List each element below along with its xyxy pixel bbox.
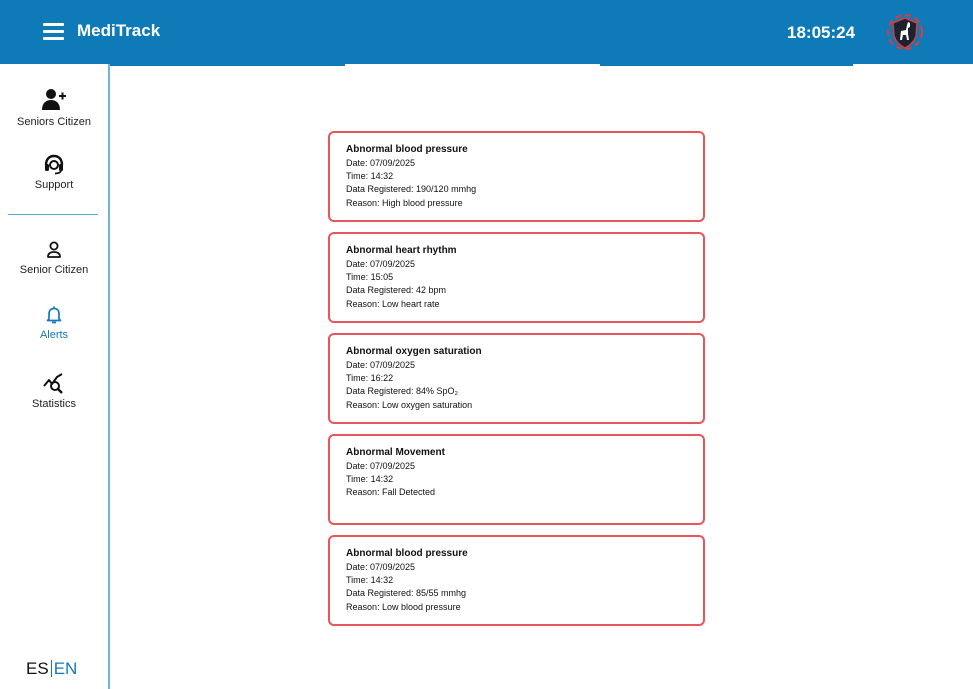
language-separator [50, 660, 52, 677]
alert-date: Date: 07/09/2025 [346, 360, 416, 370]
alert-reason: Reason: High blood pressure [346, 197, 463, 208]
bell-icon [0, 305, 108, 325]
sidebar-item-label: Senior Citizen [19, 264, 89, 276]
alert-date: Date: 07/09/2025 [346, 259, 416, 269]
header-underline [600, 64, 853, 66]
app-title: MediTrack [77, 21, 161, 40]
alert-reason: Reason: Low heart rate [346, 298, 440, 309]
user-icon [0, 240, 108, 260]
alert-title: Abnormal oxygen saturation [346, 346, 482, 357]
alert-reason: Reason: Low blood pressure [346, 601, 461, 612]
alert-date: Date: 07/09/2025 [346, 461, 416, 471]
alert-title: Abnormal heart rhythm [346, 245, 457, 256]
alert-time: Time: 15:05 [346, 271, 394, 282]
alert-card[interactable]: Abnormal Movement Date: 07/09/2025 Time:… [328, 434, 705, 525]
alert-time: Time: 14:32 [346, 574, 394, 585]
language-switch: ES EN [26, 659, 77, 679]
language-en[interactable]: EN [54, 659, 78, 678]
alert-reason: Reason: Fall Detected [346, 487, 436, 497]
alert-time: Time: 14:32 [346, 170, 394, 181]
header-underline [90, 64, 345, 66]
headset-icon [0, 153, 108, 175]
language-es[interactable]: ES [26, 659, 49, 678]
alert-time: Time: 16:22 [346, 372, 394, 383]
alert-data: Data Registered: 42 bpm [346, 285, 447, 295]
alert-data: Data Registered: 84% SpO₂ [346, 386, 459, 396]
llama-shield-icon[interactable] [886, 13, 924, 51]
alert-card[interactable]: Abnormal blood pressure Date: 07/09/2025… [328, 535, 705, 626]
alert-reason: Reason: Low oxygen saturation [346, 399, 473, 410]
alert-date: Date: 07/09/2025 [346, 158, 416, 168]
alert-card[interactable]: Abnormal heart rhythm Date: 07/09/2025 T… [328, 232, 705, 323]
sidebar-item-label: Seniors Citizen [17, 116, 91, 128]
sidebar-item-label: Statistics [31, 398, 76, 410]
alert-title: Abnormal blood pressure [346, 548, 468, 559]
sidebar-item-label: Support [34, 179, 74, 191]
menu-icon[interactable] [43, 23, 64, 40]
alert-card[interactable]: Abnormal blood pressure Date: 07/09/2025… [328, 131, 705, 222]
alert-data: Data Registered: 190/120 mmhg [346, 184, 477, 194]
alert-data: Data Registered: 85/55 mmhg [346, 588, 467, 598]
alert-title: Abnormal Movement [346, 447, 445, 458]
clock: 18:05:24 [787, 23, 856, 42]
sidebar-divider [8, 214, 98, 215]
sidebar-item-support[interactable]: Support [0, 153, 108, 191]
top-bar: MediTrack 18:05:24 [0, 0, 973, 64]
sidebar-item-statistics[interactable]: Statistics [0, 372, 108, 410]
chart-search-icon [0, 372, 108, 394]
sidebar-item-seniors-citizen[interactable]: Seniors Citizen [0, 88, 108, 128]
sidebar: Seniors Citizen Support Senior Citizen A… [0, 64, 110, 689]
sidebar-item-senior-citizen[interactable]: Senior Citizen [0, 240, 108, 276]
alert-card[interactable]: Abnormal oxygen saturation Date: 07/09/2… [328, 333, 705, 424]
sidebar-item-label: Alerts [39, 329, 69, 341]
alert-title: Abnormal blood pressure [346, 144, 468, 155]
alerts-list: Abnormal blood pressure Date: 07/09/2025… [328, 131, 705, 636]
alert-time: Time: 14:32 [346, 473, 394, 484]
sidebar-item-alerts[interactable]: Alerts [0, 305, 108, 341]
add-user-icon [0, 88, 108, 112]
alert-date: Date: 07/09/2025 [346, 562, 416, 572]
